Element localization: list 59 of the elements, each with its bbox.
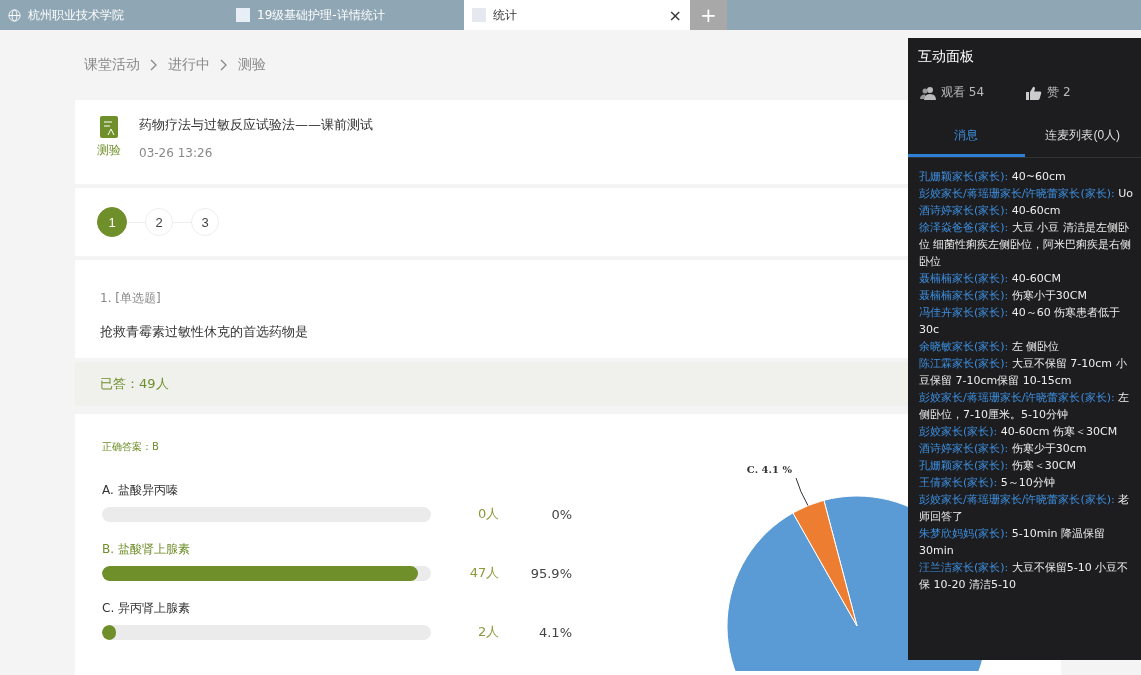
answer-percent: 0% [550, 506, 572, 522]
panel-title: 互动面板 [917, 47, 975, 66]
chat-message: 聂楠楠家长(家长): 伤寒小于30CM [919, 288, 1088, 304]
question-text: 抢救青霉素过敏性休克的首选药物是 [100, 323, 308, 341]
close-tab-button[interactable]: × [668, 5, 682, 25]
breadcrumb-link[interactable]: 进行中 [168, 56, 210, 74]
chat-message: 彭姣家长/蒋瑶珊家长/许晓蕾家长(家长): 老师回答了 [919, 492, 1131, 525]
browser-tab[interactable]: 统计 × [464, 0, 690, 30]
page-icon [236, 8, 250, 22]
chat-message: 孔姗颖家长(家长): 40~60cm [919, 169, 1067, 185]
like-count: 赞 2 [1047, 84, 1071, 101]
activity-time: 03-26 13:26 [139, 146, 214, 160]
globe-icon [8, 8, 21, 22]
option-label: B. 盐酸肾上腺素 [102, 541, 191, 558]
breadcrumb-link[interactable]: 课堂活动 [84, 56, 140, 74]
option-label: A. 盐酸异丙嗪 [102, 482, 179, 499]
correct-answer: 正确答案：B [102, 440, 160, 454]
chat-message: 余晓敏家长(家长): 左 侧卧位 [919, 339, 1061, 355]
chat-message: 冯佳卉家长(家长): 40～60 伤寒患者低于30c [919, 305, 1122, 338]
chat-message: 王倩家长(家长): 5～10分钟 [919, 475, 1056, 491]
chat-message: 陈江霖家长(家长): 大豆不保留 7-10cm 小豆保留 7-10cm保留 10-15cm [919, 356, 1128, 389]
answered-count: 已答：49人 [100, 375, 169, 393]
chat-message: 聂楠楠家长(家长): 40-60CM [919, 271, 1062, 287]
quiz-icon [100, 116, 118, 138]
new-tab-button[interactable]: + [690, 0, 727, 30]
answer-count: 0人 [477, 505, 500, 523]
chat-message: 酒诗婷家长(家长): 伤寒少于30cm [919, 441, 1088, 457]
browser-tab[interactable]: 19级基础护理-详情统计 [228, 0, 464, 30]
pie-slice-label: C. 4.1 % [746, 464, 792, 475]
answer-count: 47人 [468, 564, 500, 582]
activity-title: 药物疗法与过敏反应试验法——课前测试 [139, 116, 373, 134]
question-step-button[interactable]: 2 [145, 208, 173, 236]
chat-message: 孔姗颖家长(家长): 伤寒＜30CM [919, 458, 1077, 474]
chat-message: 彭姣家长/蒋瑶珊家长/许晓蕾家长(家长): 左侧卧位，7-10厘米。5-10分钟 [919, 390, 1131, 423]
users-icon [920, 85, 936, 100]
viewer-count: 观看 54 [941, 84, 985, 101]
chat-message: 酒诗婷家长(家长): 40-60cm [919, 203, 1062, 219]
activity-type-label: 测验 [97, 142, 121, 159]
option-label: C. 异丙肾上腺素 [102, 600, 191, 617]
answer-percent: 4.1% [537, 624, 572, 640]
chat-message: 彭姣家长/蒋瑶珊家长/许晓蕾家长(家长): Uo [919, 186, 1134, 202]
thumbs-up-icon [1026, 85, 1043, 100]
chevron-icon [150, 59, 158, 71]
leader-line [795, 477, 809, 507]
chevron-icon [220, 59, 228, 71]
answer-count: 2人 [477, 623, 500, 641]
breadcrumb-link[interactable]: 测验 [238, 56, 266, 74]
chat-message: 徐泽焱爸爸(家长): 大豆 小豆 清洁是左侧卧位 细菌性痢疾左侧卧位，阿米巴痢疾是右侧卧位 [919, 220, 1133, 270]
chat-message: 汪兰洁家长(家长): 大豆不保留5-10 小豆不保 10-20 清洁5-10 [919, 560, 1130, 593]
page-icon [472, 8, 486, 22]
chat-message: 朱梦欣妈妈(家长): 5-10min 降温保留30min [919, 526, 1106, 559]
question-step-button[interactable]: 1 [97, 207, 127, 237]
browser-tab[interactable]: 杭州职业技术学院 [0, 0, 228, 30]
answer-percent: 95.9% [529, 565, 572, 581]
panel-tab[interactable]: 连麦列表(0人) [1024, 119, 1141, 157]
chat-message: 彭姣家长(家长): 40-60cm 伤寒＜30CM [919, 424, 1119, 440]
question-step-button[interactable]: 3 [191, 208, 219, 236]
panel-tab[interactable]: 消息 [908, 119, 1025, 157]
question-number: 1. [单选题] [100, 290, 161, 307]
